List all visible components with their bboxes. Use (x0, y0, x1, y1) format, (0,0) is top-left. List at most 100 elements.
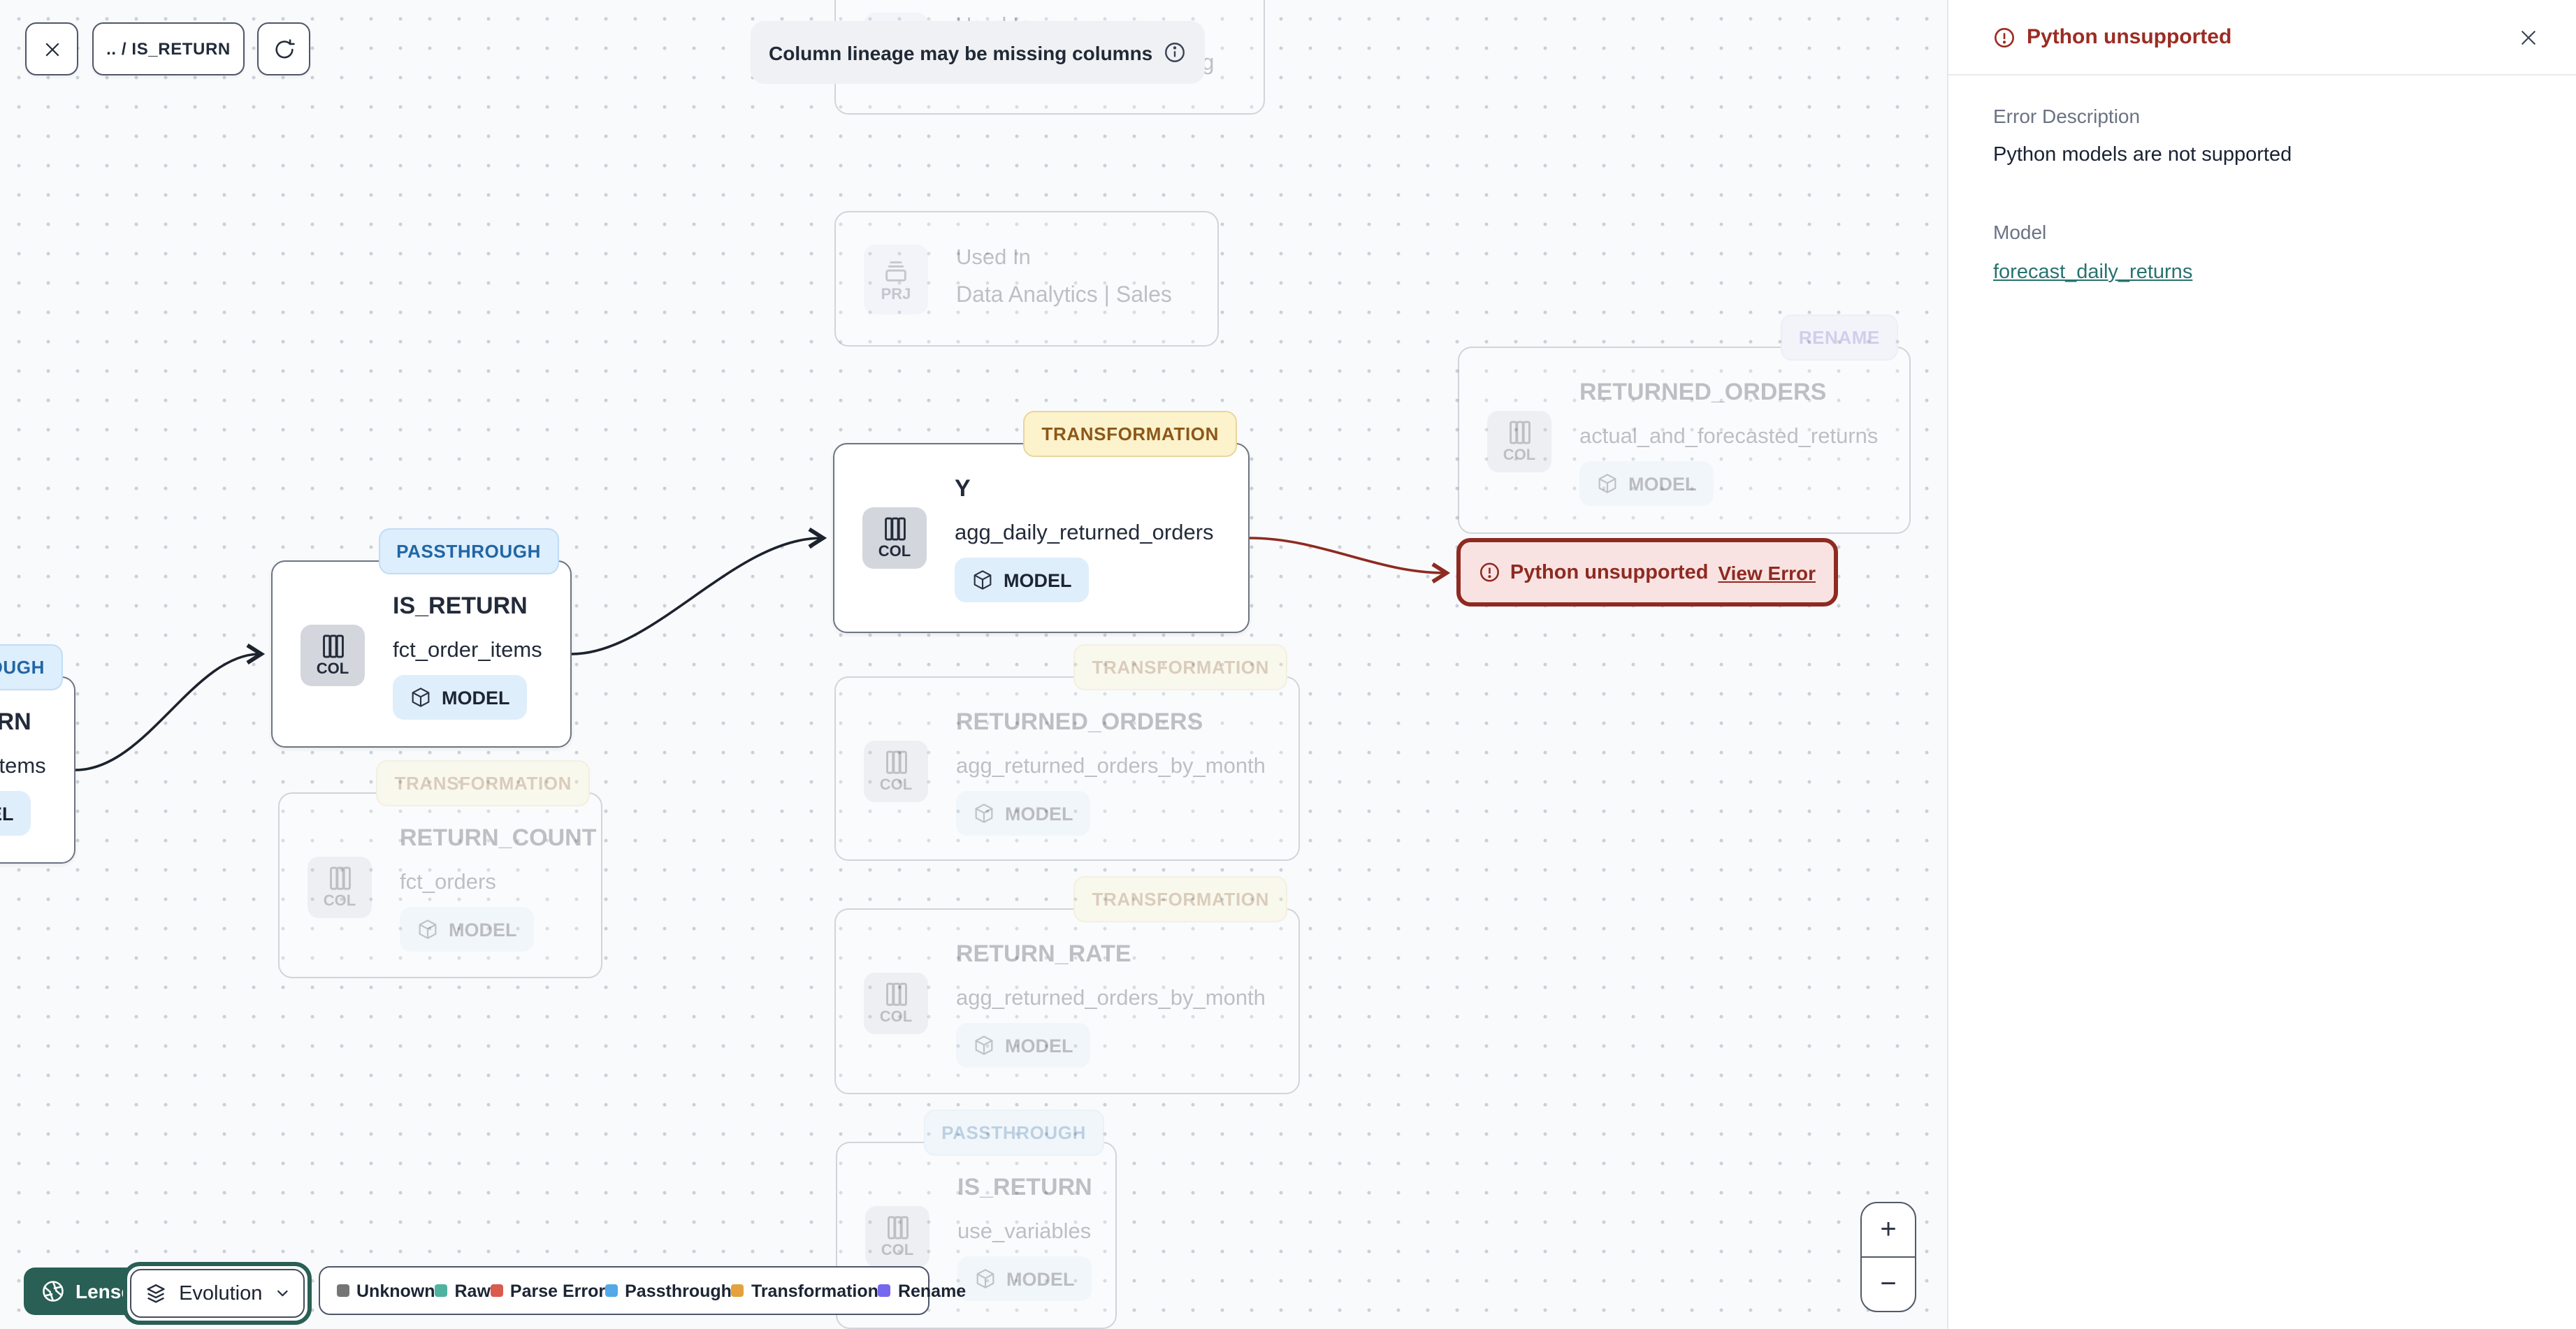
model-chip-label: MODEL (1006, 1268, 1075, 1289)
lineage-canvas[interactable]: PASSTHROUGH COL IS_RETURN fct_order_items MO… (0, 0, 1947, 1329)
alert-circle-icon (1995, 27, 2014, 47)
icon-label: COL (316, 661, 349, 678)
zoom-out-button[interactable]: − (1862, 1258, 1915, 1311)
legend-label: Passthrough (625, 1281, 732, 1300)
lineage-edge (571, 527, 827, 655)
model-cube-icon (974, 570, 992, 590)
column-glyph-icon (885, 750, 906, 774)
lineage-node-returned-orders-actual-and-forecasted-returns[interactable]: RENAME COL RETURNED_ORDERS actual_and_forec… (1458, 314, 1911, 534)
lineage-app: PASSTHROUGH COL IS_RETURN fct_order_items MO… (0, 0, 2576, 1329)
model-chip-label: MODEL (1005, 1035, 1073, 1056)
node-title: RETURN_RATE (956, 941, 1131, 967)
error-description-label: Error Description (1993, 105, 2141, 127)
model-chip-label: MODEL (442, 687, 510, 708)
model-chip: MODEL (956, 1023, 1090, 1068)
model-chip-label: MODEL (1628, 473, 1697, 494)
project-glyph-icon (885, 261, 906, 281)
lineage-node-return-rate-agg-returned-orders-by-month[interactable]: TRANSFORMATION COL RETURN_RATE agg_returned… (834, 876, 1300, 1094)
panel-body: Error Description Python models are not … (1948, 75, 2576, 314)
icon-label: PRJ (881, 286, 911, 303)
model-chip: MODEL (957, 1256, 1092, 1301)
column-icon: COL (864, 741, 928, 802)
node-lens-badge: TRANSFORMATION (376, 760, 590, 806)
icon-label: COL (879, 1009, 913, 1026)
panel-title: Python unsupported (2027, 25, 2232, 49)
node-subtitle: agg_daily_returned_orders (955, 521, 1214, 545)
model-label: Model (1993, 221, 2047, 243)
icon-label: COL (879, 777, 913, 794)
legend-item-raw: Raw (435, 1281, 491, 1300)
icon-label: COL (881, 1242, 914, 1259)
model-cube-icon (976, 1269, 994, 1288)
node-subtitle: agg_returned_orders_by_month (956, 987, 1266, 1010)
model-cube-icon (975, 1036, 993, 1055)
node-title: RETURNED_ORDERS (956, 709, 1203, 735)
node-lens-badge: PASSTHROUGH (923, 1110, 1104, 1156)
model-cube-icon (419, 920, 437, 939)
lineage-node-return-count-fct-orders[interactable]: TRANSFORMATION COL RETURN_COUNT fct_orders M… (278, 760, 602, 978)
model-chip: MODEL (956, 791, 1090, 836)
icon-label: COL (323, 893, 356, 910)
column-glyph-icon (1509, 421, 1530, 444)
lineage-node-y-agg-daily-returned-orders[interactable]: TRANSFORMATION COL Yagg_daily_returned_ord… (833, 411, 1250, 633)
panel-header: Python unsupported (1948, 0, 2576, 75)
column-icon: COL (1487, 411, 1551, 472)
node-subtitle: use_variables (957, 1220, 1092, 1244)
node-title: IS_RETURN (393, 593, 528, 619)
model-chip: MODEL (400, 907, 534, 952)
lenses-aperture-icon (43, 1281, 64, 1302)
legend-swatch (490, 1284, 503, 1297)
error-callout-node[interactable]: Python unsupported View Error (1456, 538, 1838, 607)
node-lens-badge: RENAME (1780, 314, 1898, 361)
node-subtitle: fct_order_items (0, 755, 46, 778)
lineage-node-returned-orders-agg-returned-orders-by-month[interactable]: TRANSFORMATION COL RETURNED_ORDERS agg_retu… (834, 644, 1300, 861)
zoom-controls: + − (1860, 1202, 1916, 1312)
lineage-node-used-in-data-analytics-sales[interactable]: PRJ Used In Data Analytics | Sales (834, 211, 1219, 347)
model-cube-icon (412, 688, 430, 707)
refresh-icon (275, 38, 294, 58)
lineage-edge (1249, 537, 1451, 584)
evolution-lens-dropdown[interactable]: Evolution (130, 1269, 305, 1318)
column-glyph-icon (884, 517, 905, 541)
node-lens-badge: PASSTHROUGH (378, 528, 559, 574)
info-icon[interactable] (1162, 41, 1186, 64)
lineage-edge (75, 643, 266, 771)
refresh-button[interactable] (257, 22, 310, 75)
model-chip: MODEL (1579, 461, 1714, 506)
breadcrumb-label: .. / IS_RETURN (106, 39, 231, 59)
breadcrumb[interactable]: .. / IS_RETURN (92, 22, 245, 75)
node-lens-badge: PASSTHROUGH (0, 644, 63, 690)
view-error-link[interactable]: View Error (1718, 561, 1816, 583)
node-title: Y (955, 475, 971, 502)
node-subtitle: fct_order_items (393, 639, 542, 662)
column-icon: COL (301, 625, 365, 686)
node-title: IS_RETURN (0, 709, 31, 735)
column-icon: COL (864, 973, 928, 1034)
node-lens-badge: TRANSFORMATION (1073, 644, 1287, 690)
chevron-down-icon (277, 1290, 287, 1297)
model-link[interactable]: forecast_daily_returns (1993, 261, 2192, 284)
zoom-in-button[interactable]: + (1862, 1203, 1915, 1258)
node-title: RETURN_COUNT (400, 825, 597, 851)
lineage-node-is-return-fct-order-items[interactable]: PASSTHROUGH COL IS_RETURN fct_order_items MO… (271, 528, 572, 748)
error-description-text: Python models are not supported (1993, 144, 2292, 166)
column-icon: COL (307, 857, 372, 918)
node-lens-badge: TRANSFORMATION (1073, 876, 1287, 922)
lineage-legend: Unknown Raw Parse Error Passthrough Transfor… (319, 1266, 966, 1315)
legend-label: Rename (897, 1281, 967, 1300)
legend-item-passthrough: Passthrough (605, 1281, 732, 1300)
icon-label: COL (878, 544, 911, 560)
node-subtitle: agg_returned_orders_by_month (956, 755, 1266, 778)
legend-label: Parse Error (509, 1281, 606, 1300)
column-icon: COL (865, 1206, 929, 1268)
error-detail-panel: Python unsupported Error Description Pyt… (1947, 0, 2576, 1329)
close-lineage-button[interactable] (25, 22, 78, 75)
legend-swatch (878, 1284, 891, 1297)
legend-swatch (731, 1284, 744, 1297)
lineage-node-is-return-fct-order-items-offscreen[interactable]: PASSTHROUGHCOLIS_RETURNfct_order_itemsMO… (0, 644, 75, 864)
model-cube-icon (1598, 474, 1616, 493)
node-lens-badge: TRANSFORMATION (1023, 411, 1237, 457)
node-title: RETURNED_ORDERS (1579, 379, 1827, 405)
legend-item-parse-error: Parse Error (490, 1281, 606, 1300)
panel-close-button[interactable] (2517, 26, 2540, 48)
